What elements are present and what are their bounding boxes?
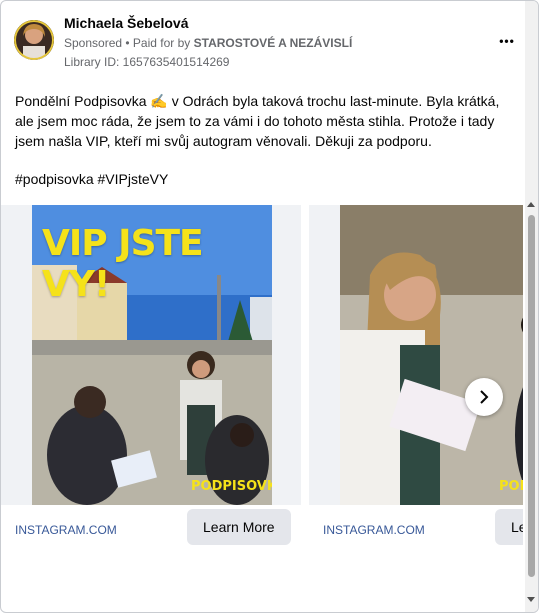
scroll-up-arrow-icon[interactable] [527,202,535,207]
link-domain[interactable]: INSTAGRAM.COM [15,523,117,537]
sponsored-line: Sponsored • Paid for by STAROSTOVÉ A NEZ… [64,36,352,50]
scroll-down-arrow-icon[interactable] [527,597,535,602]
library-id: Library ID: 1657635401514269 [64,55,230,69]
paid-by-name[interactable]: STAROSTOVÉ A NEZÁVISLÍ [194,36,353,50]
carousel-next-button[interactable] [465,378,503,416]
overlay-title: VIP JSTE VY! [42,223,204,305]
post-body: Pondělní Podpisovka ✍️ v Odrách byla tak… [15,93,500,149]
more-options-button[interactable]: ••• [495,29,519,53]
chevron-right-icon [480,390,489,404]
carousel-image-1[interactable]: VIP JSTE VY! PODPISOVKA [32,205,272,505]
sponsored-label: Sponsored [64,36,123,50]
podpisovka-badge: PODPISOVKA [499,479,523,494]
page-name[interactable]: Michaela Šebelová [64,15,189,31]
more-icon: ••• [499,34,515,48]
page-avatar[interactable] [14,20,54,60]
carousel-card-1[interactable]: VIP JSTE VY! PODPISOVKA INSTAGRAM.COM Le… [1,205,301,545]
podpisovka-badge: PODPISOVKA [191,479,272,494]
carousel-card-2[interactable]: PODPISOVKA INSTAGRAM.COM Learn More [309,205,523,545]
learn-more-button[interactable]: Learn More [187,509,291,545]
post-hashtags[interactable]: #podpisovka #VIPjsteVY [15,171,168,187]
scrollbar-thumb[interactable] [528,215,535,577]
paid-prefix: • Paid for by [122,36,194,50]
learn-more-button[interactable]: Learn More [495,509,523,545]
carousel-image-2[interactable]: PODPISOVKA [340,205,523,505]
link-domain[interactable]: INSTAGRAM.COM [323,523,425,537]
carousel: VIP JSTE VY! PODPISOVKA INSTAGRAM.COM Le… [1,205,523,545]
ad-card: Michaela Šebelová Sponsored • Paid for b… [0,0,539,613]
